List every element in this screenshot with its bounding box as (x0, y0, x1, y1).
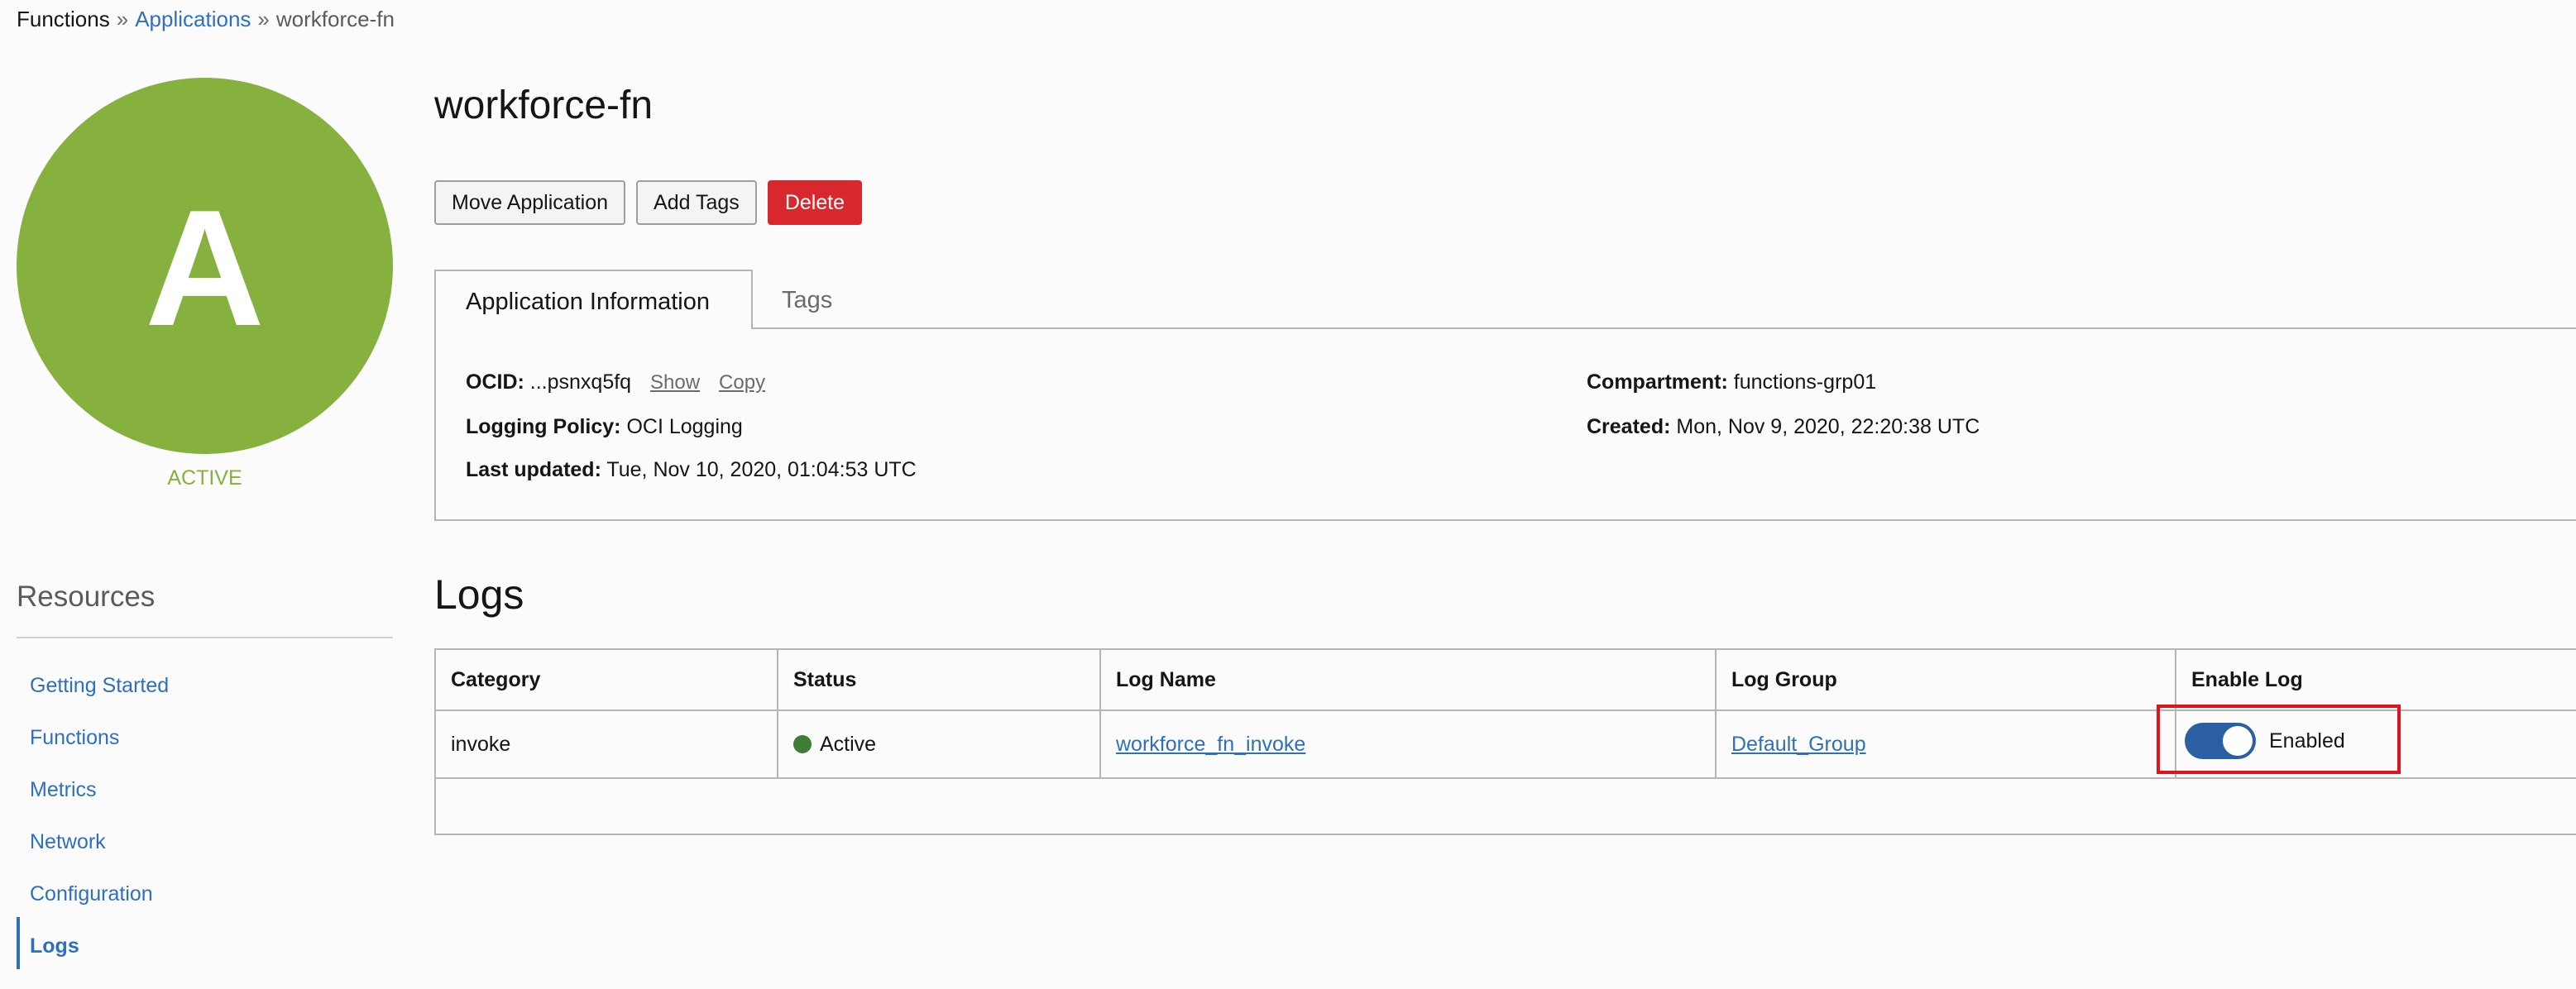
resource-item-configuration[interactable]: Configuration (17, 865, 393, 917)
resource-item-network[interactable]: Network (17, 813, 393, 865)
ocid-show-link[interactable]: Show (650, 371, 700, 394)
cell-category: invoke (451, 733, 511, 756)
resource-item-logs[interactable]: Logs (17, 917, 393, 969)
resource-item-metrics[interactable]: Metrics (17, 761, 393, 813)
breadcrumb: Functions» Applications» workforce-fn (17, 7, 395, 32)
ocid-row: OCID: ...psnxq5fq Show Copy (466, 370, 765, 394)
enable-log-label: Enabled (2269, 729, 2345, 752)
toggle-knob (2223, 726, 2253, 756)
log-name-link[interactable]: workforce_fn_invoke (1116, 733, 1305, 756)
logging-policy-label: Logging Policy: (466, 415, 621, 438)
resources-title: Resources (17, 580, 156, 613)
column-header-enable-log[interactable]: Enable Log (2176, 650, 2576, 710)
logging-policy-row: Logging Policy: OCI Logging (466, 415, 743, 439)
resources-divider (17, 637, 393, 638)
application-avatar: A (17, 78, 393, 454)
action-bar: Move Application Add Tags Delete (434, 180, 863, 225)
column-divider (777, 650, 778, 777)
compartment-row: Compartment: functions-grp01 (1587, 370, 1876, 394)
last-updated-label: Last updated: (466, 458, 601, 481)
cell-log-group: Default_Group (1717, 711, 2176, 777)
resource-item-getting-started[interactable]: Getting Started (17, 657, 393, 709)
enable-log-toggle[interactable] (2185, 723, 2256, 759)
add-tags-button[interactable]: Add Tags (636, 180, 757, 225)
application-state: ACTIVE (167, 466, 242, 490)
compartment-value: functions-grp01 (1733, 370, 1877, 394)
last-updated-value: Tue, Nov 10, 2020, 01:04:53 UTC (606, 458, 917, 481)
table-header-row: Category Status Log Name Log Group Enabl… (436, 650, 2576, 711)
log-group-link[interactable]: Default_Group (1731, 733, 1866, 756)
breadcrumb-separator: » (257, 7, 270, 31)
created-value: Mon, Nov 9, 2020, 22:20:38 UTC (1676, 415, 1980, 438)
ocid-value: ...psnxq5fq (529, 370, 632, 394)
application-info-panel: OCID: ...psnxq5fq Show Copy Logging Poli… (434, 327, 2576, 521)
column-divider (1099, 650, 1101, 777)
column-header-log-name[interactable]: Log Name (1101, 650, 1717, 710)
column-header-category[interactable]: Category (436, 650, 778, 710)
delete-button[interactable]: Delete (767, 180, 863, 225)
logs-title: Logs (434, 571, 524, 618)
page-title: workforce-fn (434, 84, 654, 127)
ocid-copy-link[interactable]: Copy (719, 371, 765, 394)
column-header-log-group[interactable]: Log Group (1717, 650, 2176, 710)
logging-policy-value: OCI Logging (626, 415, 743, 438)
created-row: Created: Mon, Nov 9, 2020, 22:20:38 UTC (1587, 415, 1980, 439)
avatar-letter: A (145, 175, 265, 361)
resources-nav: Getting Started Functions Metrics Networ… (17, 657, 393, 969)
tab-tags[interactable]: Tags (782, 270, 832, 329)
tab-application-information[interactable]: Application Information (434, 270, 753, 329)
status-dot-icon (793, 735, 812, 753)
ocid-label: OCID: (466, 370, 524, 394)
last-updated-row: Last updated: Tue, Nov 10, 2020, 01:04:5… (466, 458, 917, 482)
breadcrumb-root[interactable]: Functions (17, 7, 110, 31)
column-header-status[interactable]: Status (778, 650, 1101, 710)
breadcrumb-current: workforce-fn (275, 7, 395, 31)
move-application-button[interactable]: Move Application (434, 180, 626, 225)
column-divider (1715, 650, 1717, 777)
cell-log-name: workforce_fn_invoke (1101, 711, 1717, 777)
resource-item-functions[interactable]: Functions (17, 709, 393, 761)
breadcrumb-applications-link[interactable]: Applications (135, 7, 251, 31)
cell-status: Active (778, 711, 1101, 777)
compartment-label: Compartment: (1587, 370, 1728, 394)
created-label: Created: (1587, 415, 1671, 438)
status-label: Active (820, 733, 877, 756)
breadcrumb-separator: » (116, 7, 129, 31)
